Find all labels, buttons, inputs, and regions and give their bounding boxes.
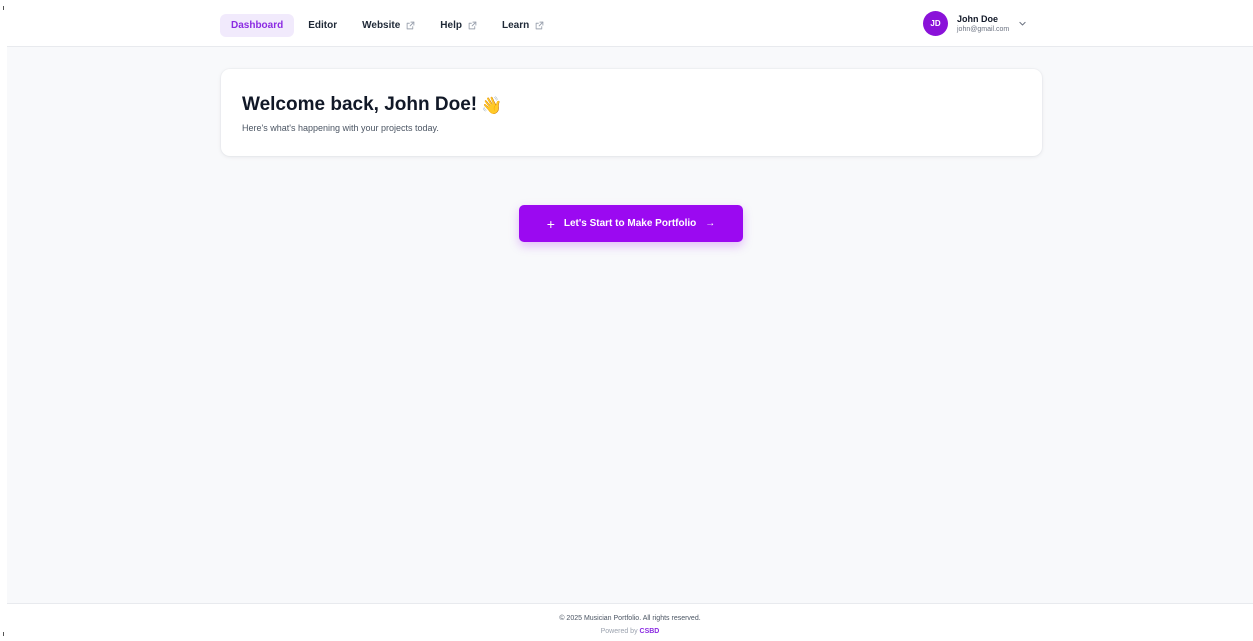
nav-tab-learn[interactable]: Learn xyxy=(491,14,555,37)
footer-copyright: © 2025 Musician Portfolio. All rights re… xyxy=(559,615,701,622)
nav-tab-label: Dashboard xyxy=(231,20,284,31)
nav-tab-label: Help xyxy=(440,20,462,31)
powered-by-link[interactable]: CSBD xyxy=(640,628,660,635)
welcome-subtitle: Here's what's happening with your projec… xyxy=(242,123,439,133)
start-portfolio-label: Let's Start to Make Portfolio xyxy=(563,218,697,229)
powered-by-label: Powered by xyxy=(600,628,638,635)
welcome-card: Welcome back, John Doe! 👋 Here's what's h… xyxy=(221,69,1042,156)
app-frame: Dashboard Editor Website Help Learn JD J… xyxy=(7,0,1253,641)
nav-tab-dashboard[interactable]: Dashboard xyxy=(220,14,295,37)
external-link-icon xyxy=(468,21,477,30)
nav-tab-label: Learn xyxy=(501,20,530,31)
waving-hand-icon: 👋 xyxy=(481,96,503,115)
user-info: John Doe john@gmail.com xyxy=(957,13,1010,33)
welcome-title-text: Welcome back, John Doe! xyxy=(242,94,478,115)
plus-icon: + xyxy=(546,215,555,232)
nav-tab-help[interactable]: Help xyxy=(429,14,488,37)
page-title: Welcome back, John Doe! 👋 xyxy=(242,94,502,116)
start-portfolio-button[interactable]: + Let's Start to Make Portfolio → xyxy=(519,205,743,242)
external-link-icon xyxy=(406,21,415,30)
footer: © 2025 Musician Portfolio. All rights re… xyxy=(7,603,1253,641)
nav-tab-label: Editor xyxy=(308,20,338,31)
footer-powered-by: Powered by CSBD xyxy=(7,628,1253,635)
user-email: john@gmail.com xyxy=(957,25,1010,33)
user-menu[interactable]: JD John Doe john@gmail.com xyxy=(923,11,1027,36)
chevron-down-icon xyxy=(1019,21,1026,26)
nav-tab-website[interactable]: Website xyxy=(351,14,426,37)
avatar: JD xyxy=(923,11,948,36)
corner-mark-top xyxy=(3,6,4,10)
external-link-icon xyxy=(535,21,544,30)
corner-mark-bottom xyxy=(3,632,4,636)
nav-tab-editor[interactable]: Editor xyxy=(297,14,348,37)
nav-tab-label: Website xyxy=(362,20,401,31)
top-navigation: Dashboard Editor Website Help Learn JD J… xyxy=(7,0,1253,47)
nav-tabs: Dashboard Editor Website Help Learn xyxy=(220,14,558,37)
arrow-right-icon: → xyxy=(705,217,716,229)
user-name: John Doe xyxy=(957,13,999,24)
